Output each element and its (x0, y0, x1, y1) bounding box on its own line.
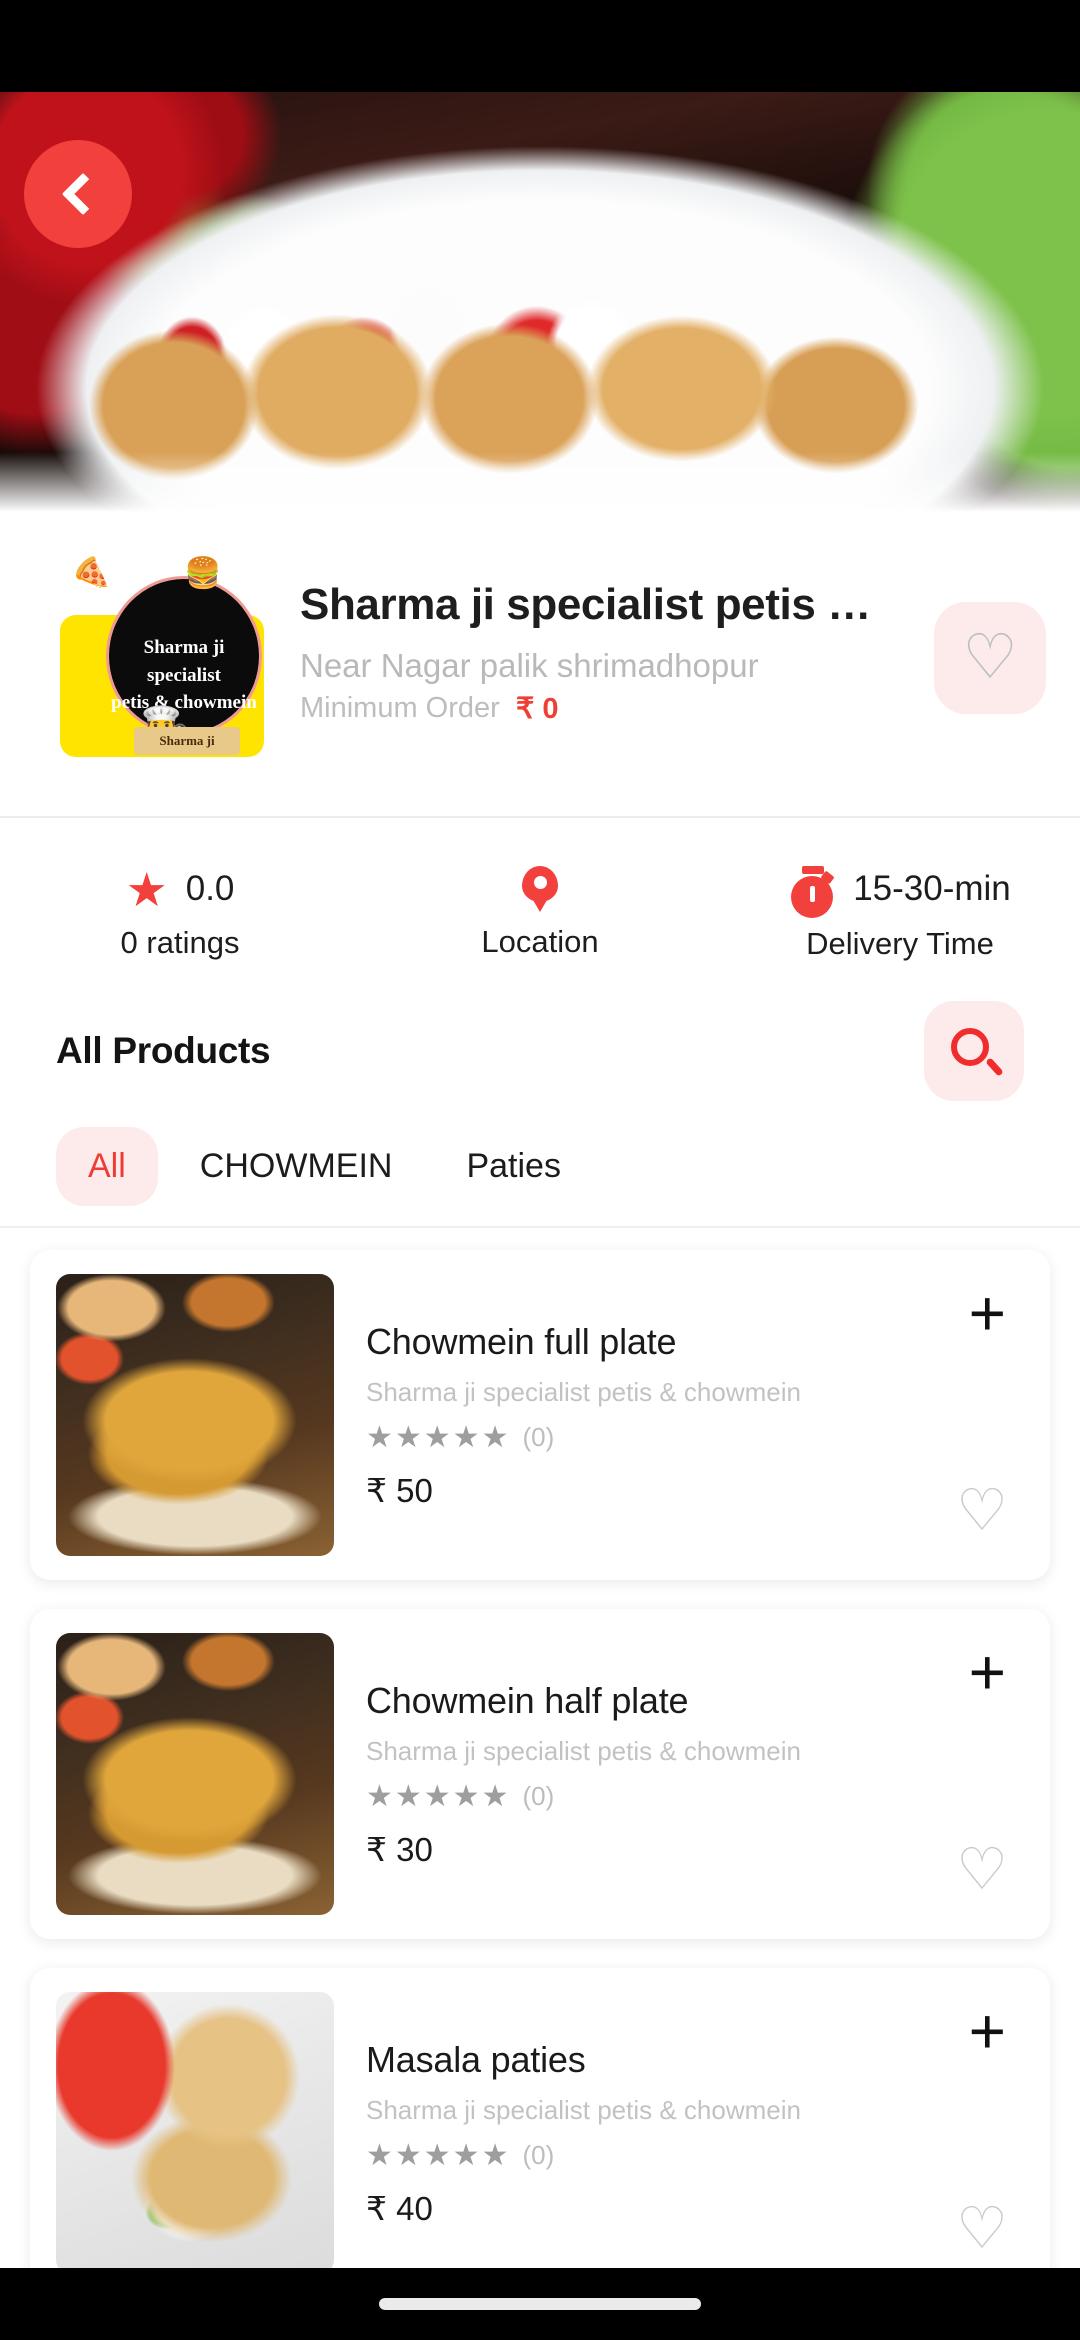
hero-banner (0, 92, 1080, 520)
rating-count: (0) (522, 2139, 555, 2170)
product-details: Masala paties Sharma ji specialist petis… (334, 1992, 1024, 2274)
delivery-time-value: 15-30-min (853, 869, 1011, 908)
add-to-cart-button[interactable]: + (969, 1999, 1006, 2064)
minimum-order-value: ₹ 0 (515, 693, 559, 726)
back-button[interactable] (24, 140, 132, 248)
star-icon: ★ (125, 862, 168, 916)
product-thumbnail (56, 1633, 334, 1915)
rating-label: 0 ratings (120, 924, 240, 960)
product-price: ₹ 30 (366, 1830, 433, 1868)
product-card[interactable]: Chowmein half plate Sharma ji specialist… (30, 1609, 1050, 1939)
product-shop: Sharma ji specialist petis & chowmein (366, 2094, 801, 2125)
burger-icon: 🍔 (184, 557, 222, 590)
product-image (56, 1992, 334, 2274)
restaurant-stats: ★ 0.0 0 ratings Location 15-30-min Deliv (0, 842, 1080, 984)
product-name: Chowmein full plate (366, 1320, 677, 1362)
restaurant-info: Sharma ji specialist petis … Near Nagar … (268, 552, 920, 726)
product-price: ₹ 40 (366, 2189, 433, 2227)
product-thumbnail (56, 1274, 334, 1556)
page-title: All Products (56, 1030, 271, 1071)
product-name: Masala paties (366, 2038, 586, 2080)
section-divider (0, 816, 1080, 818)
stat-ratings: ★ 0.0 0 ratings (0, 842, 360, 984)
star-rating-icon: ★★★★★ (366, 2138, 511, 2172)
product-price: ₹ 50 (366, 1471, 433, 1509)
location-label: Location (481, 924, 599, 959)
restaurant-header: 🍕 🍔 Sharma ji specialist petis & chowmei… (0, 520, 1080, 810)
tab-paties[interactable]: Paties (434, 1127, 593, 1206)
product-details: Chowmein half plate Sharma ji specialist… (334, 1633, 1024, 1915)
favorite-product-button[interactable]: ♡ (956, 2200, 1008, 2258)
tab-chowmein[interactable]: CHOWMEIN (168, 1127, 425, 1206)
restaurant-name: Sharma ji specialist petis … (300, 580, 871, 629)
product-list: Chowmein full plate Sharma ji specialist… (0, 1250, 1080, 2298)
favorite-product-button[interactable]: ♡ (956, 1482, 1008, 1540)
status-bar (0, 0, 1080, 92)
chevron-left-icon (61, 172, 105, 216)
section-header: All Products (0, 996, 1080, 1106)
product-rating: ★★★★★ (0) (366, 1420, 1024, 1455)
logo-line-1: Sharma ji specialist (143, 637, 225, 686)
system-navigation-bar (0, 2268, 1080, 2340)
product-image (56, 1274, 334, 1556)
minimum-order-label: Minimum Order (300, 692, 500, 725)
stat-delivery-time: 15-30-min Delivery Time (720, 842, 1080, 984)
delivery-time-label: Delivery Time (806, 926, 994, 961)
star-rating-icon: ★★★★★ (366, 1779, 511, 1813)
pizza-icon: 🍕 (67, 554, 114, 597)
hero-gradient-fade (0, 451, 1080, 520)
rating-count: (0) (522, 1421, 555, 1452)
product-rating: ★★★★★ (0) (366, 2138, 1024, 2173)
add-to-cart-button[interactable]: + (969, 1640, 1006, 1705)
logo-ribbon: Sharma ji (134, 727, 240, 755)
location-pin-icon (522, 866, 558, 912)
product-card[interactable]: Chowmein full plate Sharma ji specialist… (30, 1250, 1050, 1580)
tab-all[interactable]: All (56, 1126, 158, 1206)
stat-location-top (522, 866, 558, 912)
add-to-cart-button[interactable]: + (969, 1281, 1006, 1346)
stat-location[interactable]: Location (360, 842, 720, 984)
search-icon (951, 1028, 1004, 1077)
stat-delivery-top: 15-30-min (789, 864, 1011, 918)
product-rating: ★★★★★ (0) (366, 1779, 1024, 1814)
product-name: Chowmein half plate (366, 1679, 689, 1721)
category-tabs: All CHOWMEIN Paties (0, 1118, 1080, 1214)
search-button[interactable] (924, 1001, 1024, 1101)
home-indicator[interactable] (379, 2298, 701, 2310)
product-shop: Sharma ji specialist petis & chowmein (366, 1376, 801, 1407)
product-details: Chowmein full plate Sharma ji specialist… (334, 1274, 1024, 1556)
heart-outline-icon: ♡ (962, 623, 1018, 692)
timer-icon (789, 864, 835, 918)
restaurant-logo: 🍕 🍔 Sharma ji specialist petis & chowmei… (56, 552, 268, 757)
star-rating-icon: ★★★★★ (366, 1420, 511, 1454)
favorite-restaurant-button[interactable]: ♡ (934, 602, 1046, 714)
tabs-divider (0, 1226, 1080, 1228)
product-thumbnail (56, 1992, 334, 2274)
product-card[interactable]: Masala paties Sharma ji specialist petis… (30, 1968, 1050, 2298)
product-image (56, 1633, 334, 1915)
restaurant-address: Near Nagar palik shrimadhopur (300, 647, 759, 685)
app-screen: 🍕 🍔 Sharma ji specialist petis & chowmei… (0, 0, 1080, 2340)
rating-count: (0) (522, 1780, 555, 1811)
rating-value: 0.0 (185, 869, 235, 908)
favorite-product-button[interactable]: ♡ (956, 1841, 1008, 1899)
product-shop: Sharma ji specialist petis & chowmein (366, 1735, 801, 1766)
stat-ratings-top: ★ 0.0 (126, 866, 235, 913)
minimum-order: Minimum Order ₹ 0 (300, 691, 920, 726)
